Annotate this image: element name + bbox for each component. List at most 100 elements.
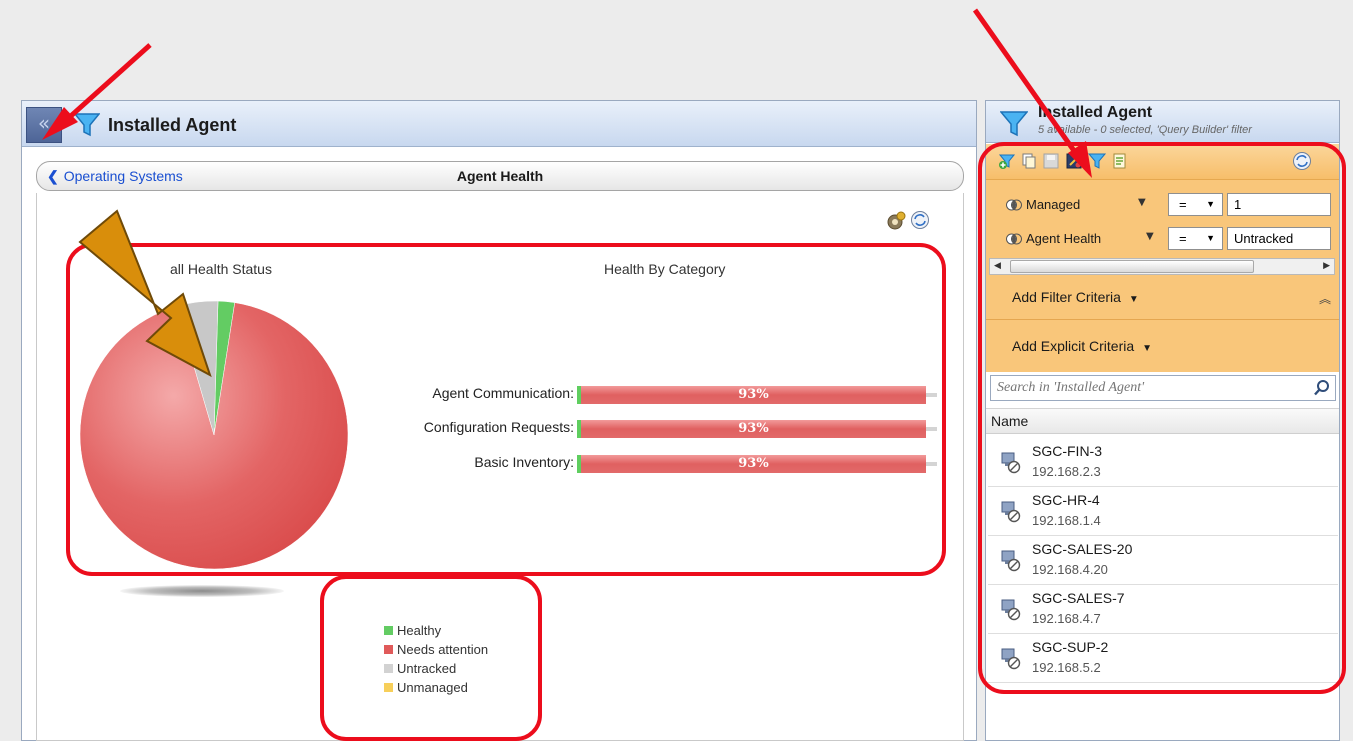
criteria-field[interactable]: Agent Health xyxy=(1026,231,1101,246)
bar-category-label: Configuration Requests: xyxy=(423,419,574,435)
computer-agent-icon xyxy=(1001,648,1021,670)
chevron-down-icon[interactable]: ▼ xyxy=(1146,231,1154,242)
bar-row[interactable]: Basic Inventory: 93% xyxy=(352,454,942,474)
legend-label: Needs attention xyxy=(397,642,489,657)
horizontal-scrollbar[interactable]: ◀ ▶ xyxy=(989,258,1335,275)
legend-label: Unmanaged xyxy=(397,680,468,695)
panel-title: Installed Agent xyxy=(108,115,237,135)
list-header: Installed Agent 5 available - 0 selected… xyxy=(986,101,1339,143)
intersect-icon[interactable] xyxy=(1006,198,1022,212)
save-icon[interactable] xyxy=(1042,152,1060,170)
agent-name: SGC-HR-4 xyxy=(1032,492,1100,508)
breadcrumb: ❮ Operating Systems Agent Health xyxy=(36,161,964,191)
filter-icon xyxy=(74,113,100,137)
operator-select[interactable]: = ▼ xyxy=(1168,227,1223,250)
panel-header: « Installed Agent xyxy=(22,101,976,147)
chevron-down-icon[interactable]: ▼ xyxy=(1138,197,1146,208)
collapse-panel-button[interactable]: « xyxy=(26,107,62,143)
copy-icon[interactable] xyxy=(1020,152,1038,170)
bar-segment-untracked xyxy=(926,462,937,466)
criteria-row: Managed ▼ = ▼ 1 xyxy=(986,192,1339,220)
column-header-name[interactable]: Name xyxy=(986,408,1339,434)
criteria-value-select[interactable]: Untracked xyxy=(1227,227,1331,250)
legend-swatch xyxy=(384,626,393,635)
chevron-down-icon: ▼ xyxy=(1128,294,1139,305)
chevron-down-icon: ▼ xyxy=(1206,199,1215,209)
add-explicit-label: Add Explicit Criteria xyxy=(1012,338,1135,354)
bar-row[interactable]: Agent Communication: 93% xyxy=(352,385,942,405)
agent-ip-address: 192.168.4.20 xyxy=(1032,562,1108,577)
scrollbar-thumb[interactable] xyxy=(1010,260,1254,273)
filter-icon xyxy=(1000,111,1028,137)
chevron-down-icon: ▼ xyxy=(1142,343,1153,354)
scroll-left-icon[interactable]: ◀ xyxy=(994,259,1001,274)
agent-list-item[interactable]: SGC-SUP-2 192.168.5.2 xyxy=(988,635,1338,683)
legend-swatch xyxy=(384,645,393,654)
computer-agent-icon xyxy=(1001,501,1021,523)
computer-agent-icon xyxy=(1001,452,1021,474)
legend-item: Unmanaged xyxy=(384,678,488,697)
chart-legend: Healthy Needs attention Untracked Unmanaged xyxy=(384,621,488,697)
refresh-icon[interactable] xyxy=(1292,151,1312,171)
pie-shadow xyxy=(120,585,284,597)
agent-name: SGC-SALES-7 xyxy=(1032,590,1125,606)
refresh-icon[interactable] xyxy=(910,210,930,230)
legend-item: Untracked xyxy=(384,659,488,678)
criteria-field[interactable]: Managed xyxy=(1026,197,1080,212)
agent-name: SGC-SUP-2 xyxy=(1032,639,1109,655)
operator-value: = xyxy=(1179,197,1187,212)
list-title: Installed Agent xyxy=(1038,104,1153,121)
filter-icon[interactable] xyxy=(1088,152,1106,170)
criteria-value-input[interactable]: 1 xyxy=(1227,193,1331,216)
search-input[interactable] xyxy=(991,376,1301,400)
bar-category-label: Agent Communication: xyxy=(432,385,574,401)
collapse-up-icon[interactable]: ︽ xyxy=(1319,290,1331,307)
add-filter-criteria-button[interactable]: Add Filter Criteria ▼ xyxy=(1012,289,1139,305)
bar-segment-needs-attention: 93% xyxy=(581,455,926,473)
agent-ip-address: 192.168.5.2 xyxy=(1032,660,1101,675)
bar-data-label: 93% xyxy=(738,421,769,436)
add-filter-label: Add Filter Criteria xyxy=(1012,289,1121,305)
agent-list-item[interactable]: SGC-HR-4 192.168.1.4 xyxy=(988,488,1338,536)
agent-name: SGC-FIN-3 xyxy=(1032,443,1102,459)
search-icon[interactable] xyxy=(1313,379,1331,397)
computer-agent-icon xyxy=(1001,550,1021,572)
legend-swatch xyxy=(384,664,393,673)
intersect-icon[interactable] xyxy=(1006,232,1022,246)
export-icon[interactable] xyxy=(1065,152,1083,170)
settings-gear-icon[interactable] xyxy=(885,210,907,232)
add-explicit-criteria-button[interactable]: Add Explicit Criteria ▼ xyxy=(1012,338,1152,354)
legend-label: Healthy xyxy=(397,623,442,638)
pie-chart-title: all Health Status xyxy=(170,261,272,277)
add-criteria-icon[interactable] xyxy=(998,152,1016,170)
breadcrumb-current: Agent Health xyxy=(456,168,544,184)
agent-list-item[interactable]: SGC-FIN-3 192.168.2.3 xyxy=(988,439,1338,487)
bar-segment-untracked xyxy=(926,393,937,397)
bar-segment-untracked xyxy=(926,427,937,431)
bar-data-label: 93% xyxy=(738,387,769,402)
scroll-right-icon[interactable]: ▶ xyxy=(1323,259,1330,274)
legend-label: Untracked xyxy=(397,661,457,676)
chevron-down-icon: ▼ xyxy=(1206,233,1215,243)
bar-segment-needs-attention: 93% xyxy=(581,420,926,438)
agent-ip-address: 192.168.2.3 xyxy=(1032,464,1101,479)
divider xyxy=(986,319,1339,320)
query-toolbar xyxy=(986,144,1339,180)
legend-item: Needs attention xyxy=(384,640,488,659)
search-box xyxy=(990,375,1336,401)
legend-swatch xyxy=(384,683,393,692)
bar-chart-title: Health By Category xyxy=(604,261,726,277)
installed-agent-list-panel: Installed Agent 5 available - 0 selected… xyxy=(985,100,1340,741)
operator-select[interactable]: = ▼ xyxy=(1168,193,1223,216)
bar-segment-needs-attention: 93% xyxy=(581,386,926,404)
legend-item: Healthy xyxy=(384,621,488,640)
agent-list-item[interactable]: SGC-SALES-7 192.168.4.7 xyxy=(988,586,1338,634)
bar-row[interactable]: Configuration Requests: 93% xyxy=(352,419,942,439)
agent-ip-address: 192.168.1.4 xyxy=(1032,513,1101,528)
operator-value: = xyxy=(1179,231,1187,246)
agent-ip-address: 192.168.4.7 xyxy=(1032,611,1101,626)
report-icon[interactable] xyxy=(1110,152,1128,170)
overall-health-pie-chart xyxy=(79,300,349,570)
criteria-row: Agent Health ▼ = ▼ Untracked xyxy=(986,226,1339,254)
agent-list-item[interactable]: SGC-SALES-20 192.168.4.20 xyxy=(988,537,1338,585)
